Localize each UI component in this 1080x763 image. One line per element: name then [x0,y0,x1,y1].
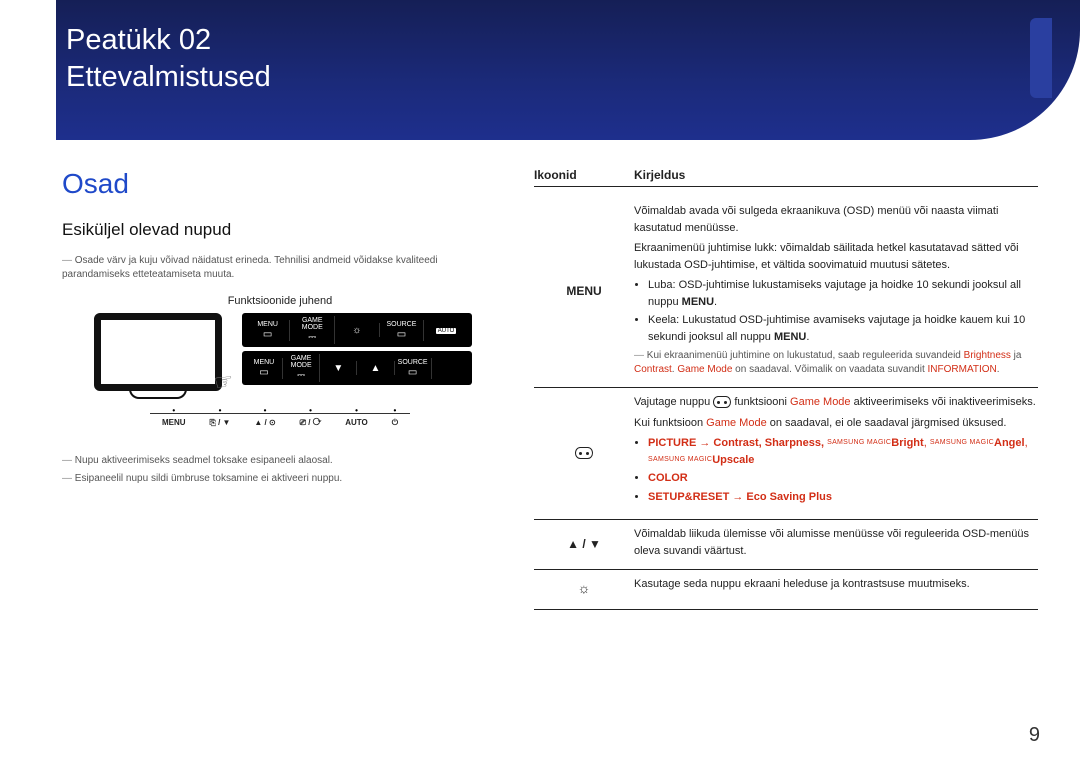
sun-icon: ☼ [337,325,377,336]
menu-box-icon: ▭ [248,367,280,378]
btn-label-power: ⏻ [392,418,398,428]
footnote-no-activate: Esipaneelil nupu sildi ümbruse toksamine… [62,472,498,486]
menu-bullet-list: Luba: OSD-juhtimise lukustamiseks vajuta… [648,277,1038,345]
btn-label-pair2: ▲ / ⊙ [254,418,275,428]
auto-badge: AUTO [436,328,457,334]
icon-cell-brightness [534,576,634,599]
footnote-activate: Nupu aktiveerimiseks seadmel toksake esi… [62,454,498,468]
table-row-menu: MENU Võimaldab avada või sulgeda ekraani… [534,197,1038,388]
guide1-source: SOURCE▭ [380,320,425,341]
chapter-heading: Peatükk 02 Ettevalmistused [66,22,1080,96]
gamepad-icon: ⎓ [292,332,332,343]
table-head-ikoonid: Ikoonid [534,168,634,182]
right-column: Ikoonid Kirjeldus MENU Võimaldab avada v… [534,168,1038,610]
footnote-variation: Osade värv ja kuju võivad näidatust erin… [62,254,498,281]
gamepad-icon [575,447,593,459]
content-area: Osad Esiküljel olevad nupud Osade värv j… [0,140,1080,610]
btn-label-auto: AUTO [345,418,368,428]
physical-button-row: MENU ⎘ / ▼ ▲ / ⊙ ⎚ / ⟳ AUTO ⏻ [150,413,410,428]
btn-label-pair1: ⎘ / ▼ [209,418,230,428]
chapter-title: Ettevalmistused [66,59,1080,96]
triangle-up-icon: ▲ [359,363,391,374]
chapter-prefix: Peatükk [66,24,171,56]
desc-cell-menu: Võimaldab avada või sulgeda ekraanikuva … [634,203,1038,377]
guide-strip-2: MENU▭ GAME MODE⎓ ▼ ▲ SOURCE▭ [242,351,472,385]
icon-cell-game [534,394,634,509]
btn-label-pair3: ⎚ / ⟳ [300,418,322,428]
guide2-empty [432,367,468,369]
game-bullet-setup: SETUP&RESET → Eco Saving Plus [648,489,1038,506]
table-head-kirjeldus: Kirjeldus [634,168,1038,182]
menu-text-icon: MENU [566,282,601,300]
table-row-brightness: Kasutage seda nuppu ekraani heleduse ja … [534,570,1038,610]
guide1-auto: AUTO [424,326,468,335]
game-bullet-list: PICTURE → Contrast, Sharpness, SAMSUNG M… [648,435,1038,505]
desc-cell-brightness: Kasutage seda nuppu ekraani heleduse ja … [634,576,1038,599]
desc-cell-arrows: Võimaldab liikuda ülemisse või alumisse … [634,526,1038,559]
guide1-menu: MENU▭ [246,320,291,341]
figure-caption: Funktsioonide juhend [228,295,333,307]
icon-cell-menu: MENU [534,203,634,377]
desc-cell-game: Vajutage nuppu funktsiooni Game Mode akt… [634,394,1038,509]
menu-desc-p2: Ekraanimenüü juhtimise lukk: võimaldab s… [634,240,1038,273]
guide2-menu: MENU▭ [246,358,283,379]
monitor-illustration [88,313,228,399]
source-box-icon: ▭ [397,367,429,378]
menu-box-icon: ▭ [248,329,288,340]
triangle-down-icon: ▼ [322,363,354,374]
guide2-up: ▲ [357,361,394,375]
menu-bullet-enable: Luba: OSD-juhtimise lukustamiseks vajuta… [648,277,1038,310]
menu-small-note: Kui ekraanimenüü juhtimine on lukustatud… [634,349,1038,377]
source-box-icon: ▭ [382,329,422,340]
subtitle-front-buttons: Esiküljel olevad nupud [62,220,498,240]
icon-cell-arrows: ▲ / ▼ [534,526,634,559]
menu-desc-p1: Võimaldab avada või sulgeda ekraanikuva … [634,203,1038,236]
guide1-game: GAME MODE⎓ [290,316,335,344]
up-down-arrows-icon: ▲ / ▼ [567,535,601,553]
section-title-osad: Osad [62,168,498,200]
btn-label-menu: MENU [162,418,186,428]
guide2-source: SOURCE▭ [395,358,432,379]
pointing-hand-icon: ☞ [212,367,236,396]
guide1-brightness: ☼ [335,323,380,337]
table-row-game: Vajutage nuppu funktsiooni Game Mode akt… [534,388,1038,520]
guide-strip-1: MENU▭ GAME MODE⎓ ☼ SOURCE▭ AUTO [242,313,472,347]
game-bullet-picture: PICTURE → Contrast, Sharpness, SAMSUNG M… [648,435,1038,468]
game-desc-p1: Vajutage nuppu funktsiooni Game Mode akt… [634,394,1038,411]
game-desc-p2: Kui funktsioon Game Mode on saadaval, ei… [634,415,1038,432]
table-header-row: Ikoonid Kirjeldus [534,168,1038,187]
monitor-bezel [94,313,222,391]
chapter-number: 02 [179,24,211,56]
guide-strips-stack: MENU▭ GAME MODE⎓ ☼ SOURCE▭ AUTO MENU▭ GA… [242,313,472,389]
table-row-arrows: ▲ / ▼ Võimaldab liikuda ülemisse või alu… [534,520,1038,570]
left-column: Osad Esiküljel olevad nupud Osade värv j… [62,168,498,610]
guide2-game: GAME MODE⎓ [283,354,320,382]
figure-function-guide: Funktsioonide juhend ☞ MENU▭ GAME MODE⎓ … [62,295,498,428]
banner-side-tab [1030,18,1052,98]
gamepad-icon: ⎓ [285,370,317,381]
page-number: 9 [1029,724,1040,747]
guide2-down: ▼ [320,361,357,375]
gamepad-icon-inline [713,396,731,408]
game-bullet-color: COLOR [648,470,1038,487]
chapter-banner: Peatükk 02 Ettevalmistused [56,0,1080,140]
menu-bullet-disable: Keela: Lukustatud OSD-juhtimise avamisek… [648,312,1038,345]
